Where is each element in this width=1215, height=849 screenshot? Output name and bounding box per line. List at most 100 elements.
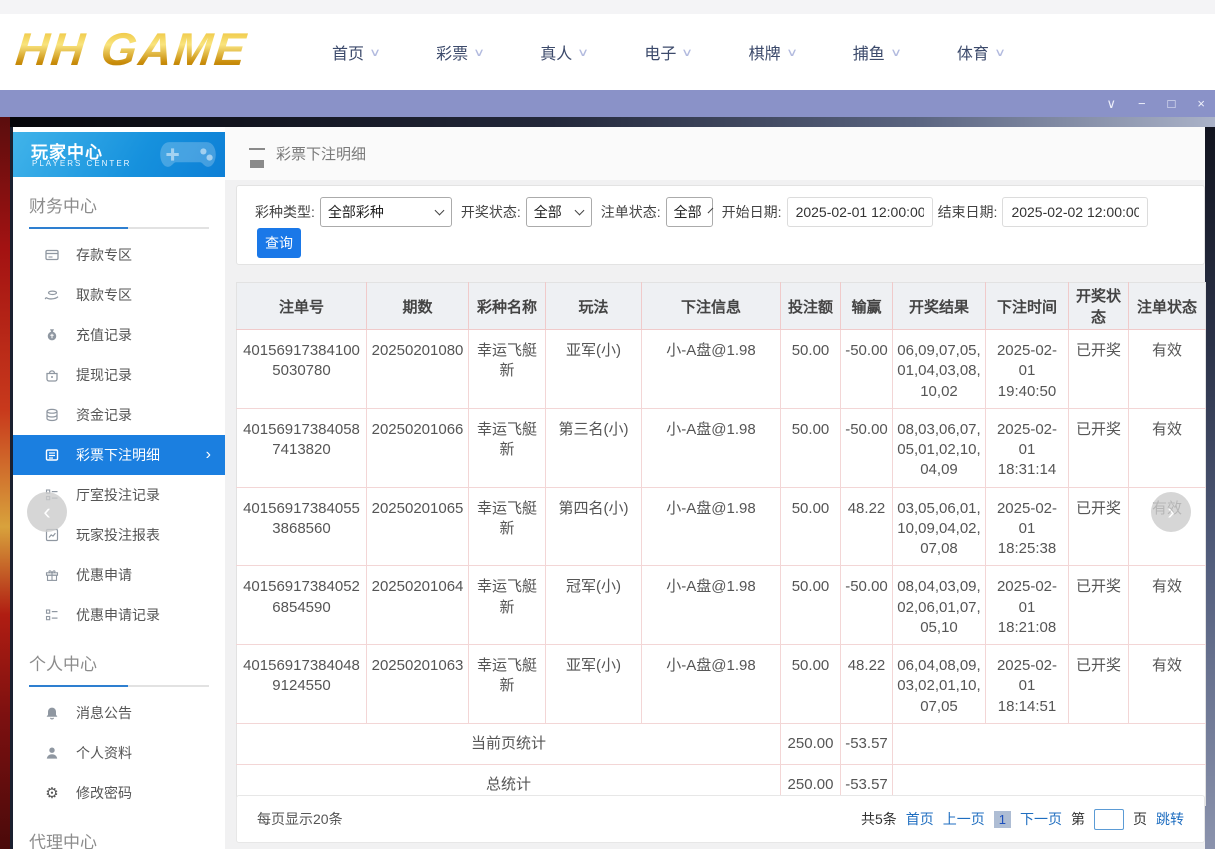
table-cell: 401569173841005030780 [237, 330, 367, 409]
table-cell: 小-A盘@1.98 [642, 408, 781, 487]
sidebar-item-label: 优惠申请记录 [76, 605, 160, 625]
column-header: 下注信息 [642, 283, 781, 330]
table-cell: 有效 [1129, 645, 1206, 724]
nav-item-live[interactable]: 真人∨ [540, 40, 587, 64]
table-cell: 401569173840489124550 [237, 645, 367, 724]
chevron-down-icon: ∨ [890, 46, 902, 59]
column-header: 投注额 [781, 283, 841, 330]
table-cell: 2025-02-01 18:31:14 [986, 408, 1069, 487]
table-cell: 幸运飞艇新 [469, 645, 546, 724]
order-status-select[interactable]: 全部 [666, 197, 713, 227]
site-header: HH GAME 首页∨彩票∨真人∨电子∨棋牌∨捕鱼∨体育∨ [0, 0, 1215, 90]
goto-button[interactable]: 跳转 [1156, 809, 1184, 829]
nav-item-slots[interactable]: 电子∨ [644, 40, 691, 64]
top-strip [0, 0, 1215, 14]
chevron-down-icon [434, 206, 444, 216]
purse-icon [43, 367, 61, 383]
table-cell: 48.22 [841, 487, 893, 566]
chevron-down-icon: ∨ [786, 46, 798, 59]
nav-item-label: 捕鱼 [853, 40, 885, 64]
table-cell: 幸运飞艇新 [469, 566, 546, 645]
table-cell: 20250201064 [367, 566, 469, 645]
table-cell: 幸运飞艇新 [469, 487, 546, 566]
window-titlebar[interactable]: ∨ − □ × [0, 90, 1215, 117]
window-collapse-icon[interactable]: ∨ [1106, 97, 1116, 110]
table-cell: 50.00 [781, 408, 841, 487]
gear-icon: ⚙ [43, 785, 61, 801]
summary-row: 当前页统计250.00-53.57 [237, 723, 1206, 764]
person-icon [43, 745, 61, 761]
table-cell: 08,04,03,09,02,06,01,07,05,10 [893, 566, 986, 645]
nav-item-label: 首页 [332, 40, 364, 64]
table-head: 注单号期数彩种名称玩法下注信息投注额输赢开奖结果下注时间开奖状态注单状态 [237, 283, 1206, 330]
deposit-card-icon [43, 247, 61, 263]
table-cell: 冠军(小) [546, 566, 642, 645]
table-cell: 小-A盘@1.98 [642, 645, 781, 724]
sidebar-item-lottery-bet-detail[interactable]: 彩票下注明细› [13, 435, 225, 475]
sidebar-header-subtitle: PLAYERS CENTER [32, 159, 131, 168]
table-cell: 08,03,06,07,05,01,02,10,04,09 [893, 408, 986, 487]
sidebar-item-announcements[interactable]: 消息公告 [13, 693, 225, 733]
sidebar-item-promo-apply-record[interactable]: 优惠申请记录 [13, 595, 225, 635]
gift-icon [43, 567, 61, 583]
goto-page-input[interactable] [1094, 809, 1124, 830]
prev-page-link[interactable]: 上一页 [943, 809, 985, 829]
sidebar-item-label: 提现记录 [76, 365, 132, 385]
chevron-down-icon: ∨ [473, 46, 485, 59]
scroll-right-button[interactable]: › [1151, 492, 1191, 532]
sidebar-item-label: 存款专区 [76, 245, 132, 265]
table-cell: 已开奖 [1069, 330, 1129, 409]
window-minimize-icon[interactable]: − [1138, 97, 1146, 110]
table-cell: 有效 [1129, 330, 1206, 409]
sidebar-item-deposit-zone[interactable]: 存款专区 [13, 235, 225, 275]
next-page-link[interactable]: 下一页 [1020, 809, 1062, 829]
sidebar-item-promo-apply[interactable]: 优惠申请 [13, 555, 225, 595]
nav-item-label: 棋牌 [749, 40, 781, 64]
lottery-type-select[interactable]: 全部彩种 [320, 197, 452, 227]
nav-item-home[interactable]: 首页∨ [332, 40, 379, 64]
end-date-input[interactable] [1002, 197, 1148, 227]
nav-item-lottery[interactable]: 彩票∨ [436, 40, 483, 64]
draw-status-select[interactable]: 全部 [526, 197, 592, 227]
nav-item-fishing[interactable]: 捕鱼 ∨ [853, 40, 900, 64]
nav-item-label: 真人 [540, 40, 572, 64]
table-cell: 20250201065 [367, 487, 469, 566]
table-cell: -50.00 [841, 330, 893, 409]
current-page-badge[interactable]: 1 [994, 811, 1011, 828]
column-header: 下注时间 [986, 283, 1069, 330]
document-icon [43, 447, 61, 463]
logo[interactable]: HH GAME [13, 22, 250, 76]
search-button[interactable]: 查询 [257, 228, 301, 258]
sidebar-item-withdraw-record[interactable]: 提现记录 [13, 355, 225, 395]
table-cell: 有效 [1129, 408, 1206, 487]
main-nav: 首页∨彩票∨真人∨电子∨棋牌∨捕鱼∨体育∨ [332, 14, 1004, 90]
window-maximize-icon[interactable]: □ [1168, 97, 1176, 110]
scroll-left-button[interactable]: ‹ [27, 492, 67, 532]
table-row: 40156917384048912455020250201063幸运飞艇新亚军(… [237, 645, 1206, 724]
sidebar-item-change-password[interactable]: ⚙修改密码 [13, 773, 225, 813]
table-cell: -50.00 [841, 566, 893, 645]
page-background-strip [0, 117, 10, 849]
nav-item-cards[interactable]: 棋牌 ∨ [749, 40, 796, 64]
sidebar-item-recharge-record[interactable]: 充值记录 [13, 315, 225, 355]
sidebar-item-withdraw-zone[interactable]: 取款专区 [13, 275, 225, 315]
list-icon [43, 607, 61, 623]
menu-toggle-icon[interactable] [249, 148, 265, 160]
pagination-bar: 每页显示20条 共5条 首页 上一页 1 下一页 第 页 跳转 [236, 795, 1205, 843]
withdraw-hand-icon [43, 287, 61, 303]
sidebar: 玩家中心 PLAYERS CENTER 财务中心存款专区取款专区充值记录提现记录… [13, 127, 225, 849]
window-close-icon[interactable]: × [1197, 97, 1205, 110]
section-title-finance-center: 财务中心 [29, 192, 225, 217]
sidebar-item-label: 消息公告 [76, 703, 132, 723]
sidebar-item-profile[interactable]: 个人资料 [13, 733, 225, 773]
sidebar-item-funds-record[interactable]: 资金记录 [13, 395, 225, 435]
end-date-label: 结束日期: [938, 202, 998, 222]
bets-table-wrap: 注单号期数彩种名称玩法下注信息投注额输赢开奖结果下注时间开奖状态注单状态 401… [236, 282, 1205, 806]
nav-item-sports[interactable]: 体育∨ [957, 40, 1004, 64]
start-date-input[interactable] [787, 197, 933, 227]
first-page-link[interactable]: 首页 [906, 809, 934, 829]
filter-panel: 彩种类型: 全部彩种 开奖状态: 全部 注单状态: 全部 开始日期: 结束日期: [236, 185, 1205, 265]
section-title-personal-center: 个人中心 [29, 650, 225, 675]
table-cell: 有效 [1129, 566, 1206, 645]
filter-row: 彩种类型: 全部彩种 开奖状态: 全部 注单状态: 全部 开始日期: 结束日期: [237, 186, 1204, 227]
